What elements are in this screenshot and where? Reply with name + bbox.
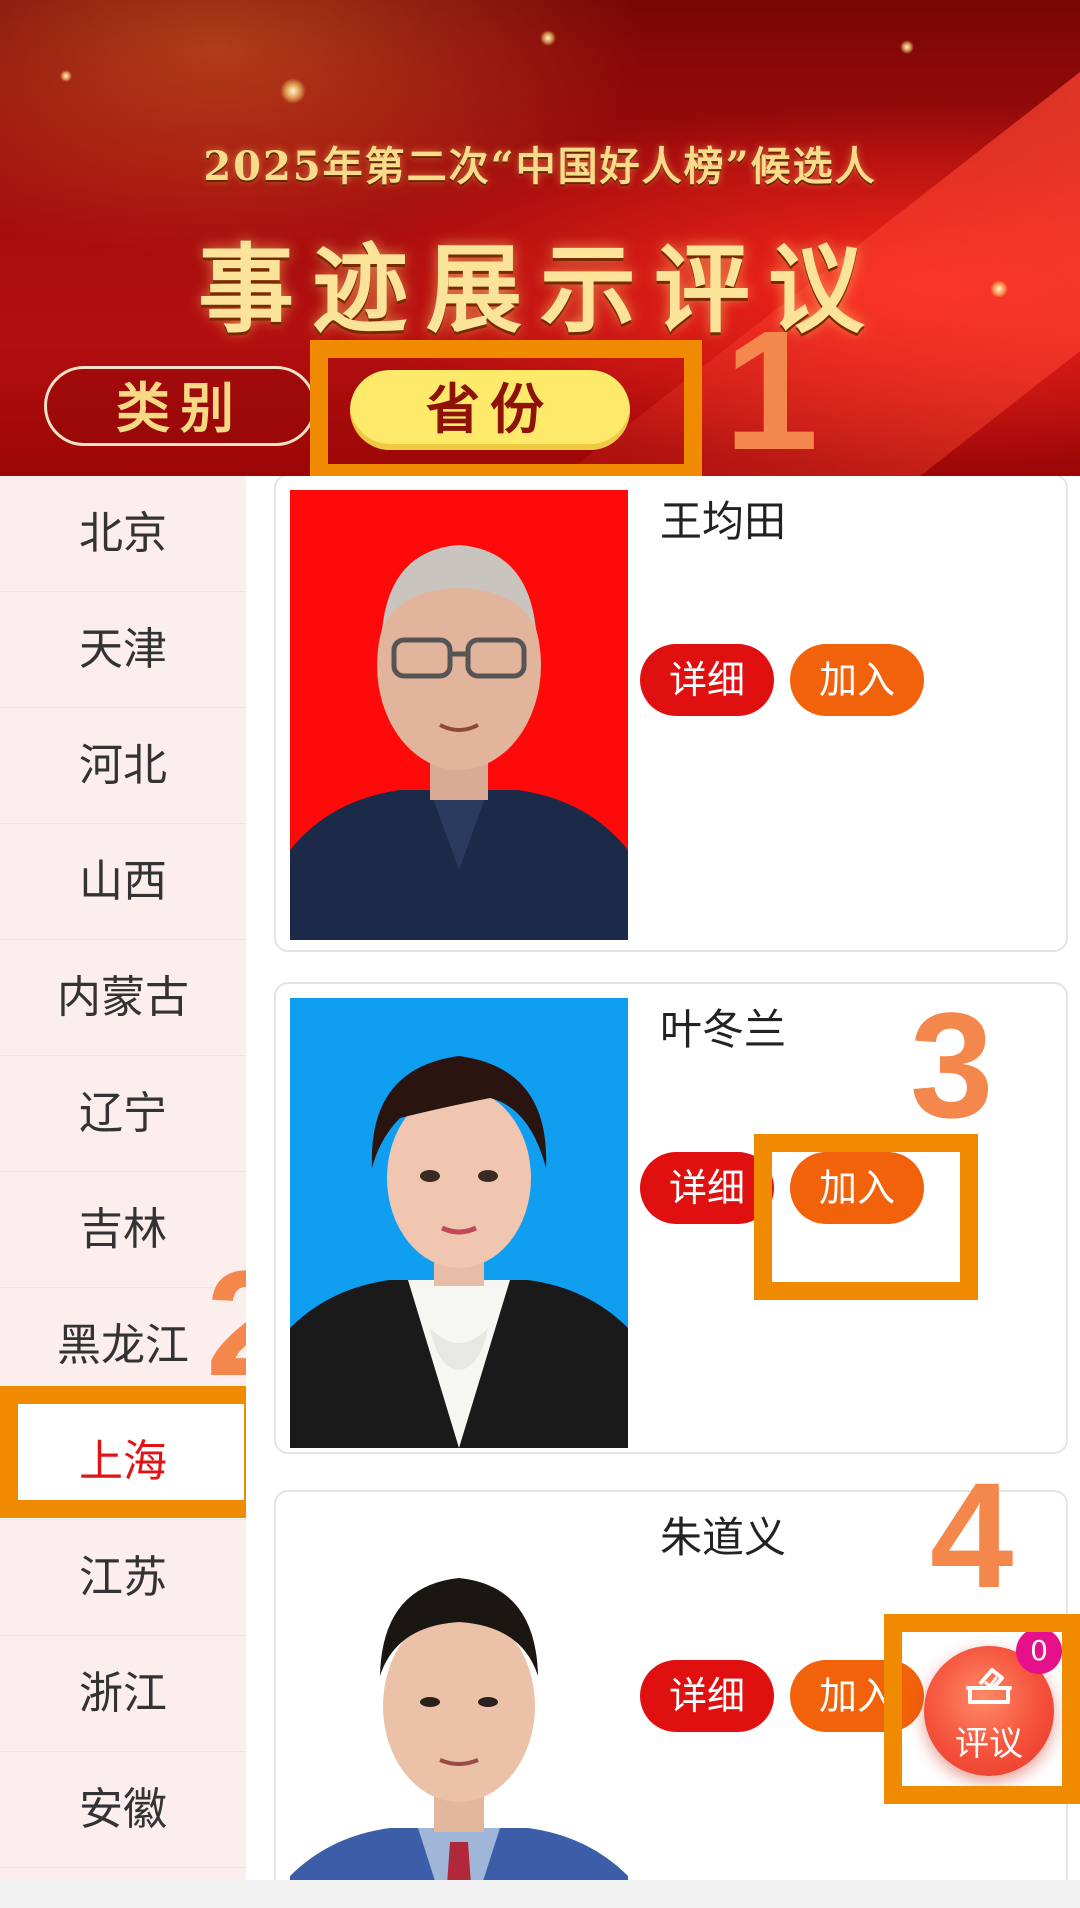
sparkle-decor [60,70,72,82]
sidebar-item-shanxi[interactable]: 山西 [0,824,246,940]
review-button-label: 评议 [955,1724,1023,1764]
sidebar-item-beijing[interactable]: 北京 [0,476,246,592]
candidate-photo [290,1506,628,1880]
candidate-photo [290,490,628,940]
header-banner: 2025年第二次“中国好人榜”候选人 事迹展示评议 类别 省份 [0,0,1080,476]
join-button[interactable]: 加入 [790,1660,924,1732]
candidate-card: 王均田 详细 加入 [274,476,1068,952]
sidebar-item-tianjin[interactable]: 天津 [0,592,246,708]
join-button[interactable]: 加入 [790,1152,924,1224]
sidebar-item-hebei[interactable]: 河北 [0,708,246,824]
sidebar-item-liaoning[interactable]: 辽宁 [0,1056,246,1172]
tab-province[interactable]: 省份 [350,370,630,450]
sidebar-item-anhui[interactable]: 安徽 [0,1752,246,1868]
candidate-name: 朱道义 [660,1513,787,1562]
sidebar-item-zhejiang[interactable]: 浙江 [0,1636,246,1752]
candidate-photo [290,998,628,1448]
bottom-strip [0,1880,1080,1908]
banner-title: 事迹展示评议 [198,233,882,346]
province-sidebar: 北京 天津 河北 山西 内蒙古 辽宁 吉林 黑龙江 上海 江苏 浙江 安徽 [0,476,246,1880]
tab-category[interactable]: 类别 [44,366,316,446]
sidebar-item-jiangsu[interactable]: 江苏 [0,1520,246,1636]
sparkle-decor [900,40,914,54]
candidate-name: 叶冬兰 [660,1005,787,1054]
detail-button[interactable]: 详细 [640,1152,774,1224]
sidebar-item-shanghai[interactable]: 上海 [0,1404,246,1520]
banner-subtitle: 2025年第二次“中国好人榜”候选人 [203,143,877,190]
candidate-name: 王均田 [660,497,787,546]
sidebar-item-neimenggu[interactable]: 内蒙古 [0,940,246,1056]
annotation-number-1: 1 [724,296,819,486]
ballot-box-icon [966,1666,1012,1710]
sparkle-decor [540,30,556,46]
detail-button[interactable]: 详细 [640,644,774,716]
join-button[interactable]: 加入 [790,644,924,716]
review-count-badge: 0 [1016,1628,1062,1674]
annotation-number-3: 3 [910,981,994,1149]
detail-button[interactable]: 详细 [640,1660,774,1732]
annotation-number-4: 4 [930,1451,1014,1619]
sparkle-decor [280,78,306,104]
